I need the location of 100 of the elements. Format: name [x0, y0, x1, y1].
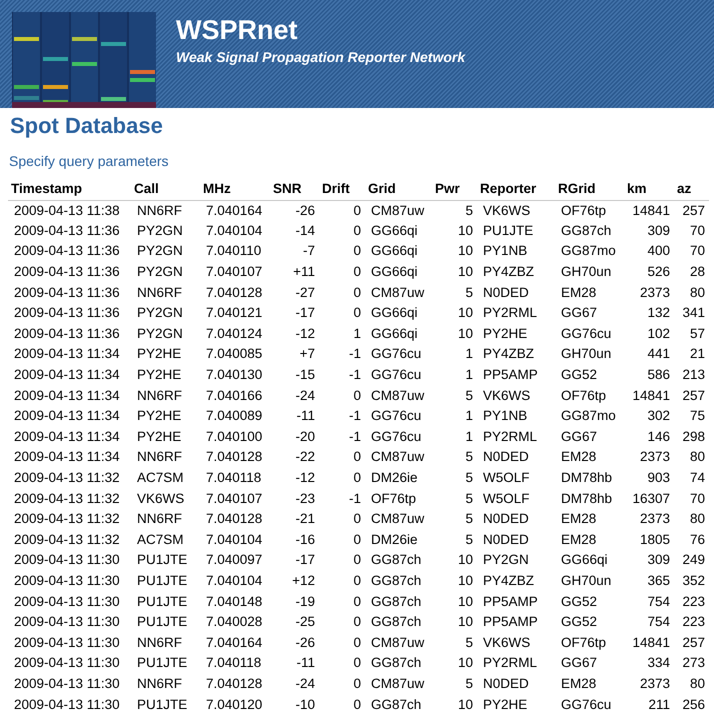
table-cell: PY2GN — [483, 552, 529, 568]
table-cell: 80 — [690, 284, 705, 300]
table-cell: -22 — [295, 449, 315, 464]
table-cell: 0 — [353, 284, 361, 300]
table-cell: 273 — [682, 655, 705, 670]
table-cell: 441 — [647, 346, 670, 362]
table-cell: 2009-04-13 11:36 — [14, 264, 120, 280]
table-cell: 0 — [353, 511, 361, 526]
table-cell: 5 — [465, 470, 473, 486]
column-header: Drift — [322, 180, 350, 196]
table-cell: 10 — [458, 655, 473, 670]
table-cell: VK6WS — [483, 202, 530, 218]
table-cell: 0 — [353, 470, 361, 486]
table-cell: PY2HE — [483, 326, 528, 341]
table-cell: 2009-04-13 11:34 — [14, 367, 120, 382]
table-cell: 213 — [682, 367, 705, 382]
table-cell: 2009-04-13 11:30 — [14, 552, 120, 568]
column-header: SNR — [273, 180, 302, 196]
table-cell: PU1JTE — [137, 655, 188, 670]
table-cell: GG67 — [561, 428, 598, 444]
table-cell: AC7SM — [137, 470, 184, 486]
table-cell: 0 — [353, 696, 361, 712]
table-cell: 249 — [682, 552, 705, 568]
table-cell: -1 — [348, 346, 361, 362]
table-cell: 256 — [682, 696, 705, 712]
table-cell: GG87ch — [561, 222, 612, 238]
table-cell: GH70un — [561, 572, 612, 588]
table-cell: GG66qi — [371, 305, 418, 320]
table-cell: 754 — [647, 594, 670, 609]
table-cell: OF76tp — [371, 490, 416, 506]
table-cell: 754 — [647, 614, 670, 630]
table-cell: DM26ie — [371, 532, 418, 547]
table-cell: 70 — [690, 490, 705, 506]
table-cell: -11 — [296, 408, 315, 424]
table-cell: 57 — [690, 326, 705, 341]
table-cell: PU1JTE — [137, 614, 188, 630]
table-cell: PY2GN — [137, 264, 183, 280]
table-cell: -19 — [295, 594, 315, 609]
table-cell: N0DED — [483, 532, 529, 547]
table-cell: 2009-04-13 11:30 — [14, 634, 120, 650]
table-cell: 7.040100 — [206, 428, 262, 444]
table-cell: -21 — [295, 511, 315, 526]
table-cell: +7 — [300, 346, 315, 362]
table-cell: -20 — [295, 428, 315, 444]
table-cell: -1 — [348, 428, 361, 444]
table-cell: PP5AMP — [483, 614, 538, 630]
table-cell: PY4ZBZ — [483, 264, 534, 280]
table-cell: 7.040128 — [206, 284, 262, 300]
table-cell: 10 — [458, 222, 473, 238]
table-cell: 14841 — [632, 634, 670, 650]
table-cell: 7.040120 — [206, 696, 262, 712]
query-link[interactable]: Specify query parameters — [9, 153, 169, 169]
table-cell: GG87ch — [371, 614, 422, 630]
table-cell: PU1JTE — [483, 222, 534, 238]
site-title: WSPRnet — [176, 14, 298, 46]
table-cell: 7.040128 — [206, 511, 262, 526]
table-cell: 352 — [682, 572, 705, 588]
table-cell: 2009-04-13 11:34 — [14, 408, 120, 424]
table-cell: 7.040130 — [206, 367, 262, 382]
table-cell: PU1JTE — [137, 696, 188, 712]
table-cell: 7.040164 — [206, 202, 262, 218]
table-cell: PY2RML — [483, 305, 538, 320]
table-cell: GG87ch — [371, 572, 422, 588]
table-cell: GG76cu — [561, 326, 612, 341]
table-cell: 0 — [353, 634, 361, 650]
table-cell: GG52 — [561, 367, 598, 382]
table-cell: 10 — [458, 243, 473, 258]
table-cell: OF76tp — [561, 634, 606, 650]
table-cell: 7.040104 — [206, 222, 262, 238]
table-cell: GG67 — [561, 305, 598, 320]
table-cell: PY2HE — [137, 346, 182, 362]
table-cell: OF76tp — [561, 388, 606, 403]
table-cell: 2009-04-13 11:34 — [14, 428, 120, 444]
table-cell: GH70un — [561, 346, 612, 362]
table-cell: N0DED — [483, 284, 529, 300]
table-cell: 80 — [690, 449, 705, 464]
table-cell: 0 — [353, 532, 361, 547]
table-cell: 0 — [353, 676, 361, 691]
table-cell: 7.040121 — [206, 305, 262, 320]
table-cell: AC7SM — [137, 532, 184, 547]
table-cell: 1 — [465, 346, 473, 362]
table-cell: -1 — [348, 408, 361, 424]
table-cell: 7.040148 — [206, 594, 262, 609]
table-cell: 0 — [353, 614, 361, 630]
table-cell: GH70un — [561, 264, 612, 280]
table-cell: 10 — [458, 305, 473, 320]
table-cell: 10 — [458, 264, 473, 280]
table-cell: 0 — [353, 305, 361, 320]
table-cell: 0 — [353, 594, 361, 609]
table-cell: N0DED — [483, 511, 529, 526]
table-cell: NN6RF — [137, 511, 182, 526]
table-cell: 400 — [647, 243, 670, 258]
table-cell: -16 — [295, 532, 315, 547]
table-cell: 7.040110 — [206, 243, 262, 258]
table-cell: 1805 — [640, 532, 670, 547]
table-cell: 10 — [458, 696, 473, 712]
table-cell: 298 — [682, 428, 705, 444]
table-cell: 1 — [353, 326, 361, 341]
column-header: MHz — [203, 180, 231, 196]
table-cell: 1 — [465, 367, 473, 382]
